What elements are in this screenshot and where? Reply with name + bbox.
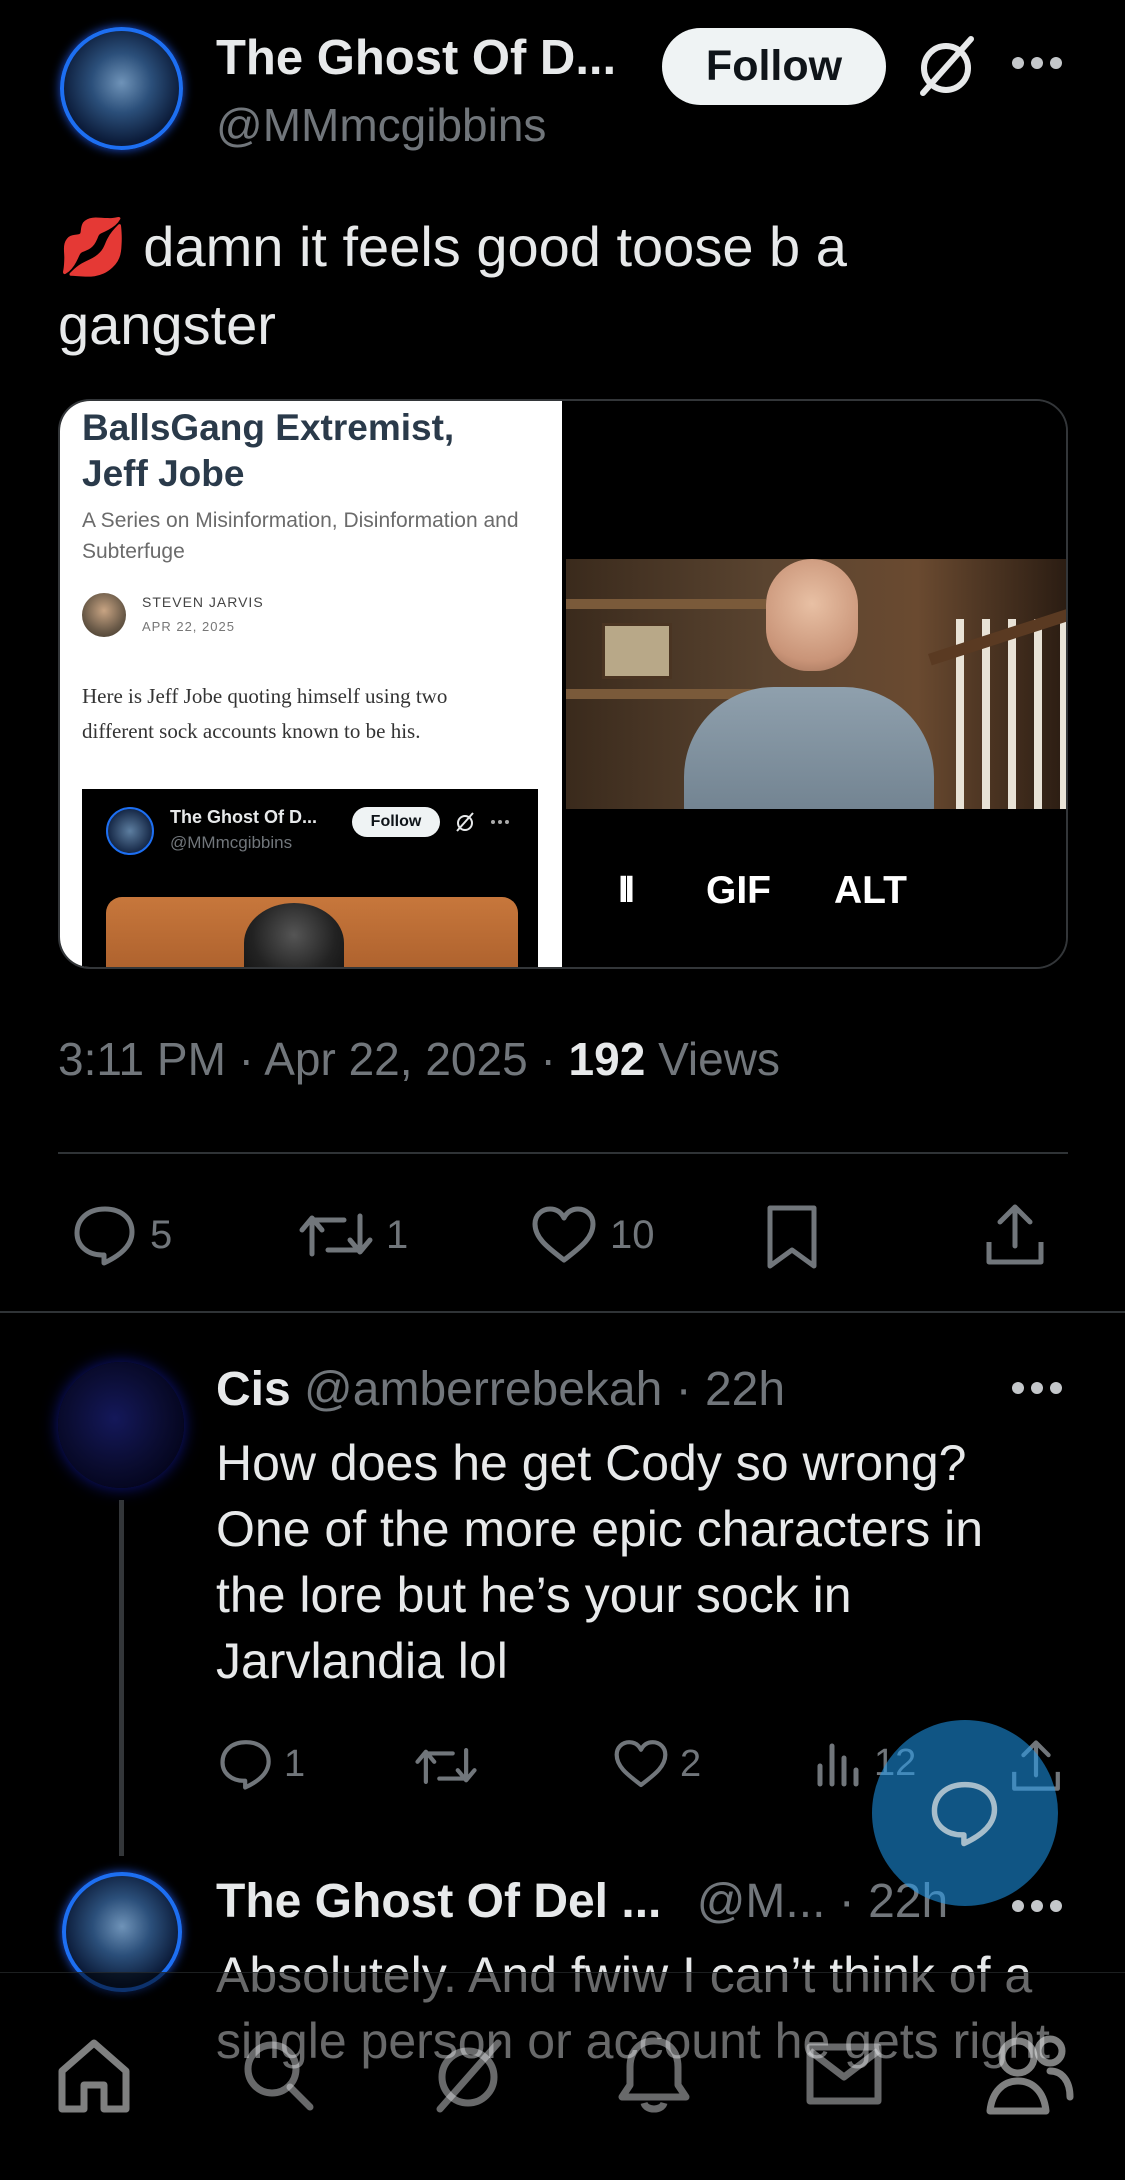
mail-icon[interactable] <box>804 2039 884 2109</box>
more-icon[interactable] <box>1010 55 1064 71</box>
gif-picture <box>602 623 672 679</box>
reply1-like-count: 2 <box>680 1742 702 1785</box>
embedded-more-icon <box>490 819 510 825</box>
post-text-body: damn it feels good toose b a gangster <box>58 215 847 356</box>
reply1-header: Cis @amberrebekah · 22h <box>216 1362 785 1417</box>
compose-icon <box>929 1779 1001 1847</box>
reply1-repost-icon[interactable] <box>414 1740 478 1792</box>
grok-icon[interactable] <box>913 33 979 99</box>
bottom-tab-bar <box>0 1972 1125 2180</box>
article-author: STEVEN JARVIS <box>142 594 264 610</box>
embedded-follow: Follow <box>352 807 440 837</box>
gif-badge: GIF <box>706 869 771 912</box>
reply2-name[interactable]: The Ghost Of Del ... <box>216 1875 661 1928</box>
article-date: APR 22, 2025 <box>142 619 235 634</box>
article-body: Here is Jeff Jobe quoting himself using … <box>82 684 448 743</box>
embedded-media <box>106 897 518 967</box>
reply-icon <box>72 1204 138 1266</box>
post-views-count[interactable]: 192 <box>569 1033 646 1085</box>
kiss-emoji: 💋 <box>58 215 128 278</box>
search-icon[interactable] <box>238 2035 318 2115</box>
repost-count: 1 <box>386 1212 409 1257</box>
follow-button[interactable]: Follow <box>662 28 886 105</box>
compose-button[interactable] <box>872 1720 1058 1906</box>
embedded-handle: @MMmcgibbins <box>170 833 293 852</box>
reply-action[interactable]: 5 <box>72 1204 172 1266</box>
grok-tab-icon[interactable] <box>428 2035 508 2115</box>
post-timestamp[interactable]: 3:11 PM · Apr 22, 2025 · <box>58 1033 569 1085</box>
embedded-tweet: The Ghost Of D... @MMmcgibbins Follow <box>82 789 538 967</box>
post-views-label[interactable]: Views <box>645 1033 780 1085</box>
reply2-more-icon[interactable] <box>1010 1898 1064 1914</box>
reply-count: 5 <box>150 1212 173 1257</box>
gif-frame <box>566 559 1066 809</box>
embedded-grok-icon <box>454 811 476 833</box>
embedded-avatar <box>106 807 154 855</box>
gif-figure-body <box>684 687 934 809</box>
like-icon <box>612 1738 670 1790</box>
article-author-avatar <box>82 593 126 637</box>
alt-badge[interactable]: ALT <box>834 869 907 913</box>
reply1-name[interactable]: Cis <box>216 1363 291 1416</box>
bell-icon[interactable] <box>614 2033 694 2115</box>
post-author-handle[interactable]: @MMmcgibbins <box>216 98 546 152</box>
post-author-avatar[interactable] <box>60 27 183 150</box>
like-action[interactable]: 10 <box>530 1204 655 1266</box>
reply2-handle[interactable]: @M... <box>697 1875 826 1928</box>
post-author-name[interactable]: The Ghost Of D... <box>216 30 616 86</box>
home-icon[interactable] <box>54 2035 134 2115</box>
repost-icon <box>298 1204 374 1266</box>
reply-icon <box>218 1738 274 1790</box>
bookmark-icon[interactable] <box>764 1204 820 1270</box>
section-divider <box>0 1311 1125 1313</box>
reply2-header: The Ghost Of Del ... @M... · 22h <box>216 1874 948 1929</box>
post-meta: 3:11 PM · Apr 22, 2025 · 192 Views <box>58 1032 780 1086</box>
media-container[interactable]: BallsGang Extremist, Jeff Jobe A Series … <box>58 399 1068 969</box>
repost-action[interactable]: 1 <box>298 1204 408 1266</box>
reply1-time[interactable]: · 22h <box>662 1363 785 1416</box>
reply1-avatar[interactable] <box>58 1362 184 1488</box>
like-icon <box>530 1204 598 1266</box>
communities-icon[interactable] <box>984 2031 1074 2117</box>
gif-shelf <box>566 599 766 609</box>
gif-pause-button[interactable]: II <box>618 869 635 912</box>
media-gif[interactable]: II GIF ALT <box>566 401 1066 967</box>
reply1-text: How does he get Cody so wrong? One of th… <box>216 1435 984 1689</box>
gif-figure-head <box>766 559 858 671</box>
reply1-more-icon[interactable] <box>1010 1380 1064 1396</box>
reply1-reply-count: 1 <box>284 1742 306 1785</box>
share-icon[interactable] <box>984 1202 1046 1268</box>
media-article-image[interactable]: BallsGang Extremist, Jeff Jobe A Series … <box>60 401 562 967</box>
divider <box>58 1152 1068 1154</box>
like-count: 10 <box>610 1212 655 1257</box>
reply1-like-action[interactable]: 2 <box>612 1738 701 1790</box>
reply1-reply-action[interactable]: 1 <box>218 1738 305 1790</box>
article-title: BallsGang Extremist, Jeff Jobe <box>82 407 455 494</box>
embedded-media-figure <box>244 903 344 967</box>
article-subtitle: A Series on Misinformation, Disinformati… <box>82 509 519 563</box>
embedded-name: The Ghost Of D... <box>170 807 317 827</box>
views-icon <box>814 1738 864 1788</box>
reply1-handle[interactable]: @amberrebekah <box>304 1363 662 1416</box>
post-text: 💋 damn it feels good toose b a gangster <box>58 208 1058 364</box>
thread-line <box>119 1500 124 1856</box>
